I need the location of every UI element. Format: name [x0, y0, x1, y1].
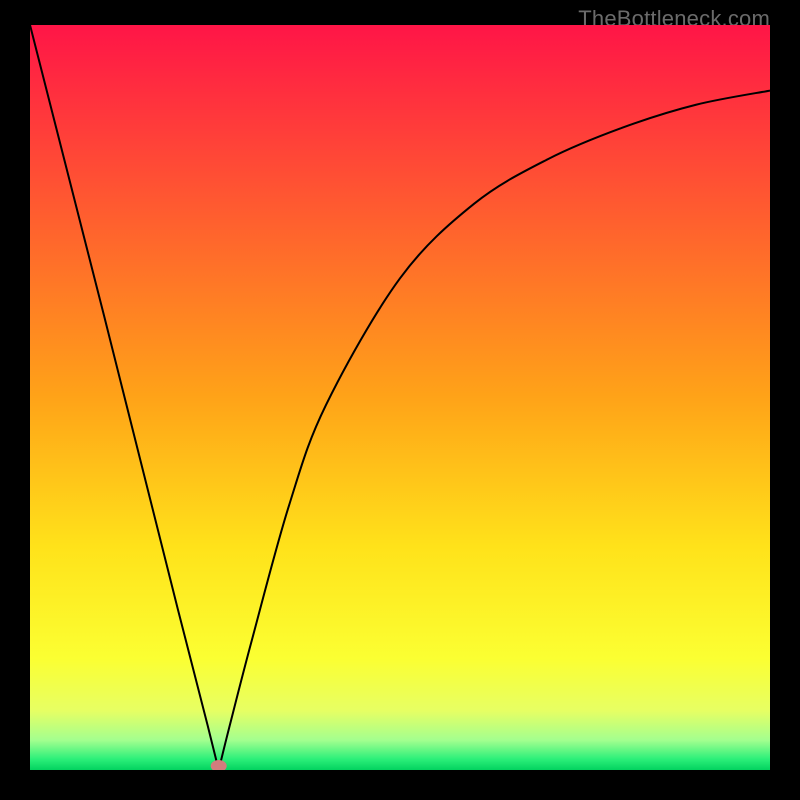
plot-svg — [30, 25, 770, 770]
chart-frame: TheBottleneck.com — [0, 0, 800, 800]
gradient-background — [30, 25, 770, 770]
plot-area — [30, 25, 770, 770]
